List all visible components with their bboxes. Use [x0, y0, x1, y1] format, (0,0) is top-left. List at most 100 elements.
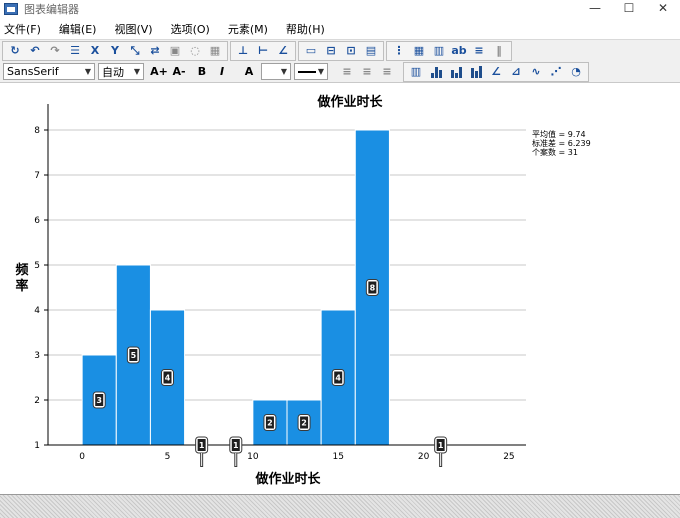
italic-button[interactable]: I: [213, 64, 231, 80]
sort-bars-icon[interactable]: ≡: [470, 43, 488, 59]
font-size-select[interactable]: 自动 ▼: [98, 63, 144, 80]
menu-help[interactable]: 帮助(H): [286, 21, 325, 37]
y-axis-title-char: 率: [15, 278, 28, 294]
y-tick-label: 3: [34, 351, 40, 361]
line-weight-icon: [298, 70, 316, 73]
bar-label-text: 1: [199, 441, 205, 450]
bar-count-label[interactable]: 8: [365, 279, 379, 296]
chart-type-group: ▥ ∠ ⊿ ∿ ⋰ ◔: [403, 61, 589, 82]
statistic-line: 个案数 = 31: [532, 147, 578, 157]
title-icon[interactable]: ▭: [302, 43, 320, 59]
redo-icon[interactable]: ↷: [46, 43, 64, 59]
histogram-chart[interactable]: 做作业时长 1 2 3 4 5 6 7 8 0 5 10 15 20 25 3 5 4 1 1 2 2 4 8 1 做作业时…: [0, 84, 680, 494]
reference-line-y-icon[interactable]: ⊢: [254, 43, 272, 59]
gridlines-icon[interactable]: ▦: [410, 43, 428, 59]
bar-chart-icon[interactable]: [427, 64, 445, 80]
multi-line-icon[interactable]: ∿: [527, 64, 545, 80]
menu-elements[interactable]: 元素(M): [228, 21, 268, 37]
bar-label-text: 2: [301, 419, 307, 428]
text-tool-group: ▭ ⊟ ⊡ ▤: [298, 40, 384, 61]
x-axis-title[interactable]: 做作业时长: [254, 471, 321, 487]
bar-count-label[interactable]: 3: [92, 391, 106, 409]
bar-count-label[interactable]: 1: [229, 436, 243, 467]
bold-button[interactable]: B: [193, 64, 211, 80]
bar-count-label[interactable]: 2: [297, 414, 311, 431]
footnote-icon[interactable]: ▤: [362, 43, 380, 59]
axis-tool-group: ⊥ ⊢ ∠: [230, 40, 296, 61]
format-toolbar: SansSerif ▼ 自动 ▼ A+ A- B I A ▼ ▼ ≡ ≡ ≡ ▥…: [0, 61, 680, 83]
window-title: 图表编辑器: [24, 3, 79, 16]
undo-icon[interactable]: ↶: [26, 43, 44, 59]
lasso-icon[interactable]: ◌: [186, 43, 204, 59]
annotation-icon[interactable]: ⊟: [322, 43, 340, 59]
menu-file[interactable]: 文件(F): [4, 21, 41, 37]
reference-line-x-icon[interactable]: ⊥: [234, 43, 252, 59]
data-labels-icon[interactable]: ab: [450, 43, 468, 59]
chart-title[interactable]: 做作业时长: [316, 94, 383, 110]
fill-color-select[interactable]: ▼: [261, 63, 291, 80]
pie-chart-icon[interactable]: ◔: [567, 64, 585, 80]
bars: [81, 129, 390, 446]
line-chart-icon[interactable]: ∠: [487, 64, 505, 80]
y-tick-label: 1: [34, 441, 40, 451]
statistic-line: 平均值 = 9.74: [532, 129, 586, 139]
properties-icon[interactable]: ☰: [66, 43, 84, 59]
menu-edit[interactable]: 编辑(E): [59, 21, 97, 37]
line-style-select[interactable]: ▼: [294, 63, 328, 80]
y-tick-label: 6: [34, 216, 40, 226]
x-tick-label: 5: [165, 452, 171, 462]
grow-font-button[interactable]: A+: [150, 64, 168, 80]
font-family-value: SansSerif: [7, 65, 59, 78]
font-family-select[interactable]: SansSerif ▼: [3, 63, 95, 80]
stacked-bar-icon[interactable]: [467, 64, 485, 80]
window-controls: — ☐ ✕: [578, 0, 680, 18]
y-tick-label: 8: [34, 126, 40, 136]
chart-editor-app-icon: [4, 3, 18, 15]
scale-icon[interactable]: ⤡: [126, 43, 144, 59]
layer-icon[interactable]: ▣: [166, 43, 184, 59]
bar-label-text: 4: [165, 374, 171, 383]
chevron-down-icon: ▼: [133, 67, 140, 76]
legend-icon[interactable]: ▥: [430, 43, 448, 59]
menu-options[interactable]: 选项(O): [171, 21, 210, 37]
y-axis-title[interactable]: 频率: [15, 262, 28, 294]
area-chart-icon[interactable]: ⊿: [507, 64, 525, 80]
bar-count-label[interactable]: 1: [195, 436, 209, 467]
grid-icon[interactable]: ⋮: [390, 43, 408, 59]
bar-options-icon[interactable]: ‖: [490, 43, 508, 59]
y-tick-label: 2: [34, 396, 40, 406]
refresh-icon[interactable]: ↻: [6, 43, 24, 59]
y-axis-select-icon[interactable]: Y: [106, 43, 124, 59]
fit-line-icon[interactable]: ∠: [274, 43, 292, 59]
scatter-icon[interactable]: ⋰: [547, 64, 565, 80]
minimize-button[interactable]: —: [578, 0, 612, 18]
histogram-icon[interactable]: ▥: [407, 64, 425, 80]
bar-label-text: 1: [233, 441, 239, 450]
text-color-button[interactable]: A: [240, 64, 258, 80]
bar-count-label[interactable]: 2: [263, 414, 277, 431]
status-bar: [0, 494, 680, 518]
edit-tool-group: ↻ ↶ ↷ ☰ X Y ⤡ ⇄ ▣ ◌ ▦: [2, 40, 228, 61]
statistics-box[interactable]: 平均值 = 9.74标准差 = 6.239个案数 = 31: [532, 129, 591, 157]
menu-view[interactable]: 视图(V): [114, 21, 152, 37]
bar-count-label[interactable]: 5: [126, 346, 140, 364]
chevron-down-icon: ▼: [317, 67, 324, 76]
align-right-icon[interactable]: ≡: [378, 64, 396, 80]
align-left-icon[interactable]: ≡: [338, 64, 356, 80]
frame-icon[interactable]: ▦: [206, 43, 224, 59]
bar-count-label[interactable]: 4: [331, 369, 345, 386]
textbox-icon[interactable]: ⊡: [342, 43, 360, 59]
x-tick-label: 0: [79, 452, 85, 462]
y-tick-label: 4: [34, 306, 40, 316]
transpose-icon[interactable]: ⇄: [146, 43, 164, 59]
clustered-bar-icon[interactable]: [447, 64, 465, 80]
bar-count-label[interactable]: 1: [434, 436, 448, 467]
align-center-icon[interactable]: ≡: [358, 64, 376, 80]
x-axis-select-icon[interactable]: X: [86, 43, 104, 59]
bar-count-label[interactable]: 4: [161, 369, 174, 386]
close-button[interactable]: ✕: [646, 0, 680, 18]
shrink-font-button[interactable]: A-: [170, 64, 188, 80]
maximize-button[interactable]: ☐: [612, 0, 646, 18]
x-tick-label: 15: [332, 452, 343, 462]
bar-label-text: 5: [131, 351, 137, 360]
